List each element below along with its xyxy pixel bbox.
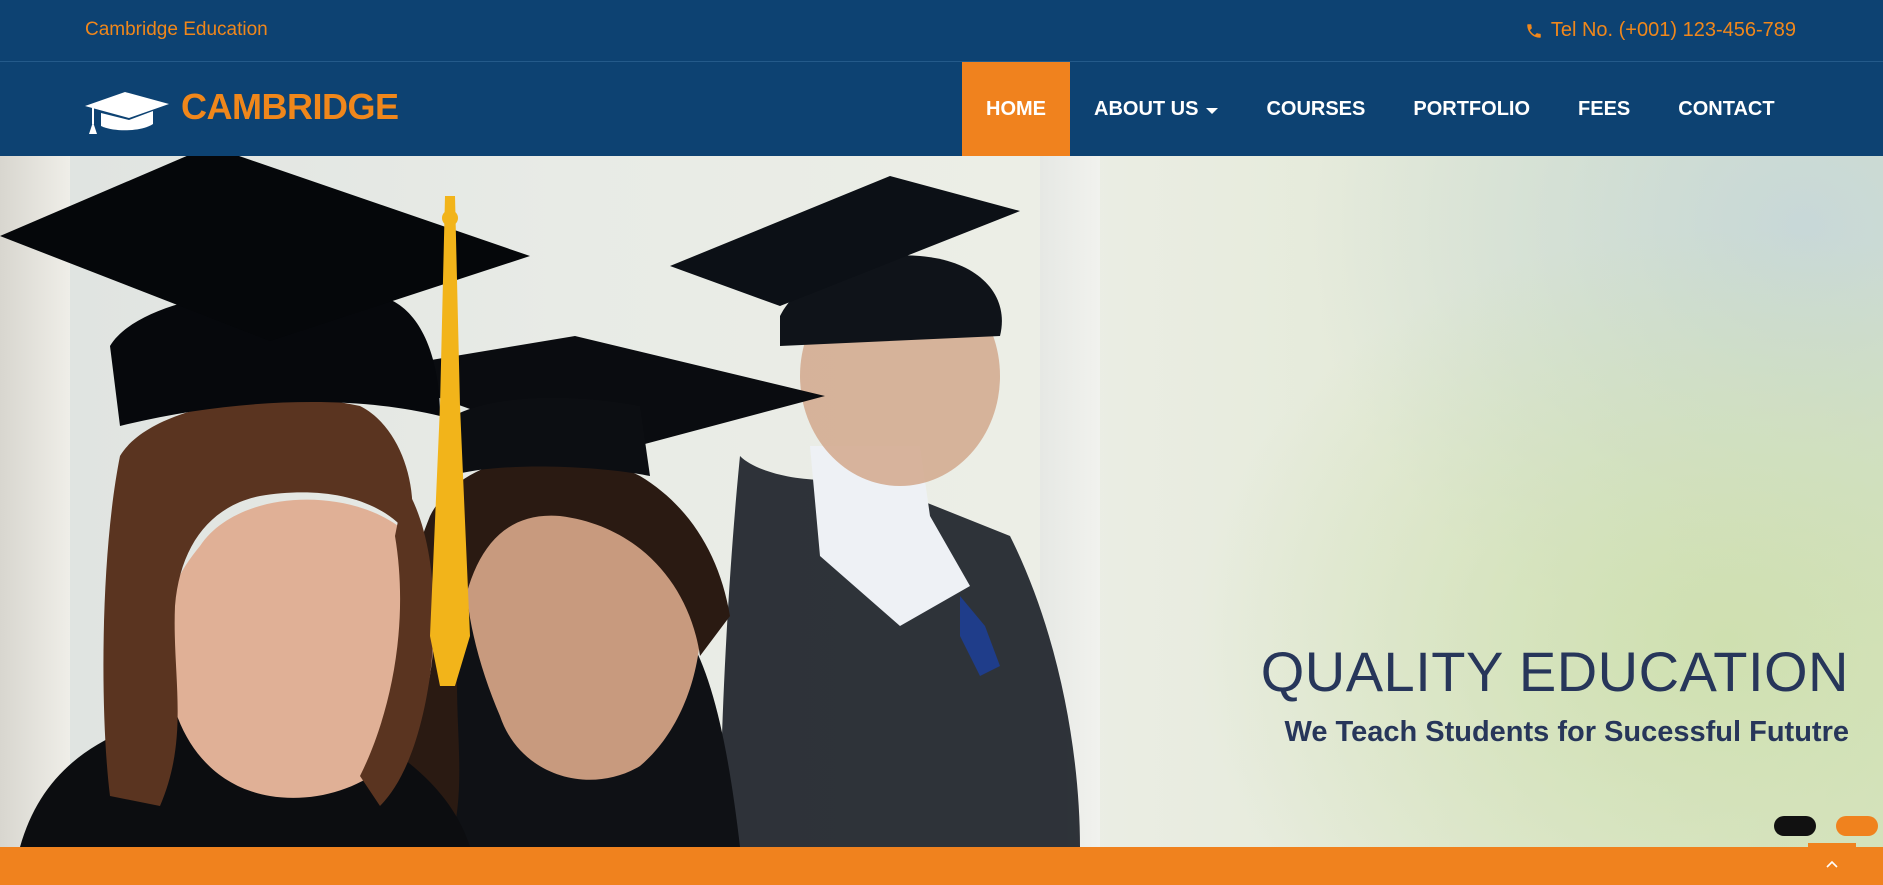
hero-headline: QUALITY EDUCATION — [1260, 640, 1849, 703]
phone-text: Tel No. (+001) 123-456-789 — [1550, 19, 1796, 41]
hero-subline: We Teach Students for Sucessful Fututre — [1284, 716, 1849, 748]
nav-about-us-label: ABOUT US — [1094, 97, 1199, 120]
nav-fees[interactable]: FEES — [1554, 62, 1654, 156]
phone-contact[interactable]: Tel No. (+001) 123-456-789 — [1525, 19, 1796, 42]
phone-icon — [1527, 23, 1541, 38]
bottom-bar — [0, 843, 1883, 885]
top-bar: Cambridge Education Tel No. (+001) 123-4… — [0, 0, 1883, 62]
nav-fees-label: FEES — [1578, 97, 1631, 120]
site-name: Cambridge Education — [85, 19, 268, 40]
nav-contact-label: CONTACT — [1678, 97, 1775, 120]
slide-dot-active[interactable] — [1836, 816, 1878, 836]
logo-text: CAMBRIDGE — [181, 86, 399, 127]
back-to-top-button[interactable] — [1808, 843, 1856, 885]
hero-slider: QUALITY EDUCATION We Teach Students for … — [0, 156, 1883, 847]
site-logo[interactable]: CAMBRIDGE — [85, 86, 399, 134]
nav-portfolio-label: PORTFOLIO — [1413, 97, 1531, 120]
chevron-up-icon — [1826, 860, 1838, 868]
nav-home-label: HOME — [986, 97, 1046, 120]
slide-dot[interactable] — [1774, 816, 1816, 836]
nav-about-us[interactable]: ABOUT US — [1070, 62, 1242, 156]
nav-contact[interactable]: CONTACT — [1654, 62, 1798, 156]
nav-courses[interactable]: COURSES — [1242, 62, 1389, 156]
caret-down-icon — [1206, 107, 1219, 114]
main-navbar: CAMBRIDGE HOME ABOUT US COURSES PORTFOLI… — [0, 62, 1883, 156]
nav-courses-label: COURSES — [1266, 97, 1366, 120]
slider-pagination — [1774, 816, 1878, 836]
nav-home[interactable]: HOME — [962, 62, 1070, 156]
graduation-cap-icon — [85, 92, 169, 134]
nav-portfolio[interactable]: PORTFOLIO — [1389, 62, 1554, 156]
primary-nav: HOME ABOUT US COURSES PORTFOLIO FEES CON… — [962, 62, 1799, 156]
graduates-illustration — [0, 156, 1080, 847]
